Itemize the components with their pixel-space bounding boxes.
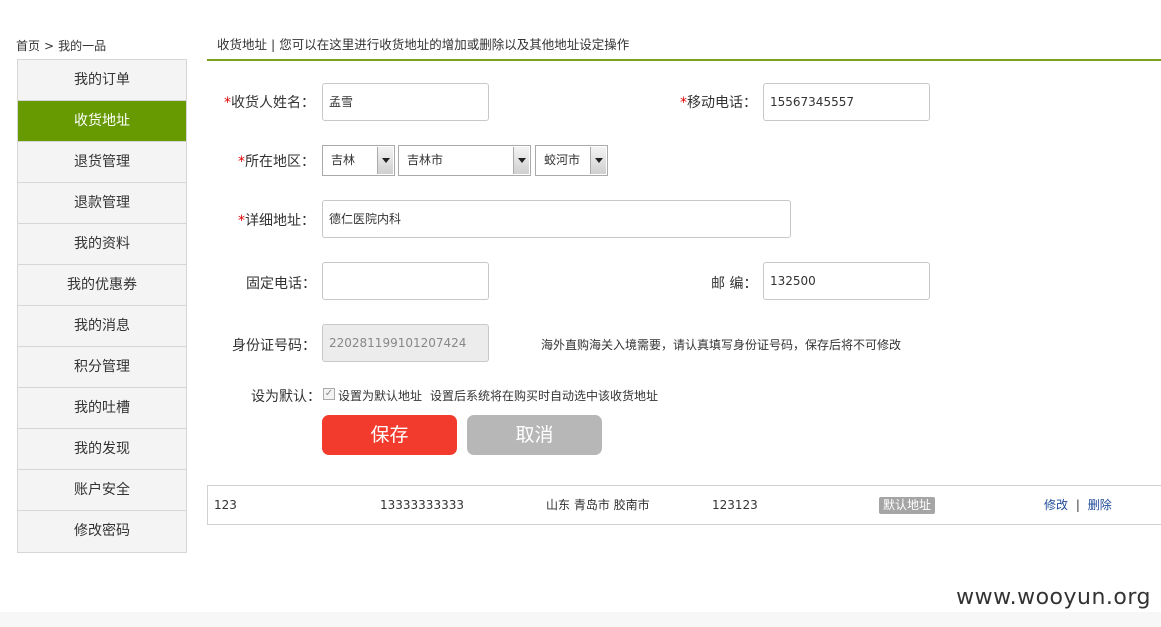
city-value: 吉林市 bbox=[407, 153, 444, 167]
sidebar-item-change-password[interactable]: 修改密码 bbox=[18, 511, 186, 552]
sidebar-item-refunds[interactable]: 退款管理 bbox=[18, 183, 186, 224]
sidebar-item-addresses[interactable]: 收货地址 bbox=[18, 101, 186, 142]
address-zip: 123123 bbox=[712, 498, 758, 512]
required-mark: * bbox=[680, 95, 687, 111]
region-label: *所在地区： bbox=[238, 151, 315, 171]
breadcrumb-home[interactable]: 首页 bbox=[16, 39, 40, 53]
mobile-input[interactable]: 15567345557 bbox=[763, 83, 930, 121]
region-label-text: 所在地区： bbox=[245, 154, 315, 170]
address-label-text: 详细地址： bbox=[245, 213, 315, 229]
zip-input[interactable]: 132500 bbox=[763, 262, 930, 300]
zip-label: 邮 编： bbox=[711, 276, 758, 292]
chevron-down-icon bbox=[590, 147, 606, 174]
default-checkbox[interactable]: ✓ bbox=[323, 388, 335, 400]
sidebar-item-orders[interactable]: 我的订单 bbox=[18, 60, 186, 101]
edit-address-link[interactable]: 修改 bbox=[1044, 498, 1068, 512]
watermark: www.wooyun.org bbox=[956, 585, 1151, 610]
delete-address-link[interactable]: 删除 bbox=[1088, 498, 1112, 512]
chevron-down-icon bbox=[377, 147, 393, 174]
phone-label: 固定电话： bbox=[246, 276, 316, 292]
sidebar-item-complaints[interactable]: 我的吐槽 bbox=[18, 388, 186, 429]
action-separator: | bbox=[1075, 498, 1080, 512]
sidebar: 我的订单 收货地址 退货管理 退款管理 我的资料 我的优惠券 我的消息 积分管理… bbox=[17, 59, 187, 553]
default-label: 设为默认： bbox=[251, 389, 321, 405]
cancel-button[interactable]: 取消 bbox=[467, 415, 602, 455]
sidebar-item-returns[interactable]: 退货管理 bbox=[18, 142, 186, 183]
chevron-down-icon bbox=[513, 147, 529, 174]
section-title: 收货地址 bbox=[217, 37, 268, 52]
save-button[interactable]: 保存 bbox=[322, 415, 457, 455]
default-hint: 设置后系统将在购买时自动选中该收货地址 bbox=[430, 389, 659, 403]
name-label: *收货人姓名： bbox=[224, 92, 315, 112]
address-label: *详细地址： bbox=[238, 210, 315, 230]
address-name: 123 bbox=[214, 498, 237, 512]
district-value: 蛟河市 bbox=[544, 153, 581, 167]
address-input[interactable]: 德仁医院内科 bbox=[322, 200, 791, 238]
consignee-name-input[interactable]: 孟雪 bbox=[322, 83, 489, 121]
breadcrumb: 首页 > 我的一品 bbox=[16, 37, 106, 54]
breadcrumb-current[interactable]: 我的一品 bbox=[58, 39, 106, 53]
sidebar-item-profile[interactable]: 我的资料 bbox=[18, 224, 186, 265]
required-mark: * bbox=[238, 213, 245, 229]
mobile-label: *移动电话： bbox=[680, 92, 757, 112]
landline-input[interactable] bbox=[322, 262, 489, 300]
id-hint: 海外直购海关入境需要，请认真填写身份证号码，保存后将不可修改 bbox=[541, 338, 902, 352]
section-description: 您可以在这里进行收货地址的增加或删除以及其他地址设定操作 bbox=[279, 37, 630, 52]
address-list-row: 123 13333333333 山东 青岛市 胶南市 123123 默认地址 修… bbox=[207, 485, 1161, 525]
header-separator: | bbox=[271, 37, 276, 52]
address-phone: 13333333333 bbox=[380, 498, 464, 512]
sidebar-item-security[interactable]: 账户安全 bbox=[18, 470, 186, 511]
default-checkbox-label: 设置为默认地址 bbox=[338, 389, 423, 403]
breadcrumb-separator: > bbox=[44, 39, 55, 53]
province-value: 吉林 bbox=[331, 153, 356, 167]
default-address-badge: 默认地址 bbox=[879, 497, 936, 514]
sidebar-item-discoveries[interactable]: 我的发现 bbox=[18, 429, 186, 470]
id-label: 身份证号码： bbox=[232, 338, 316, 354]
sidebar-item-coupons[interactable]: 我的优惠券 bbox=[18, 265, 186, 306]
address-region: 山东 青岛市 胶南市 bbox=[546, 498, 650, 512]
mobile-label-text: 移动电话： bbox=[687, 95, 757, 111]
footer-bar bbox=[0, 612, 1161, 627]
required-mark: * bbox=[224, 95, 231, 111]
name-label-text: 收货人姓名： bbox=[231, 95, 315, 111]
sidebar-item-messages[interactable]: 我的消息 bbox=[18, 306, 186, 347]
required-mark: * bbox=[238, 154, 245, 170]
section-header: 收货地址 | 您可以在这里进行收货地址的增加或删除以及其他地址设定操作 bbox=[207, 34, 1161, 61]
city-select[interactable]: 吉林市 bbox=[398, 145, 531, 176]
province-select[interactable]: 吉林 bbox=[322, 145, 395, 176]
sidebar-item-points[interactable]: 积分管理 bbox=[18, 347, 186, 388]
district-select[interactable]: 蛟河市 bbox=[535, 145, 608, 176]
id-number-input: 220281199101207424 bbox=[322, 324, 489, 362]
